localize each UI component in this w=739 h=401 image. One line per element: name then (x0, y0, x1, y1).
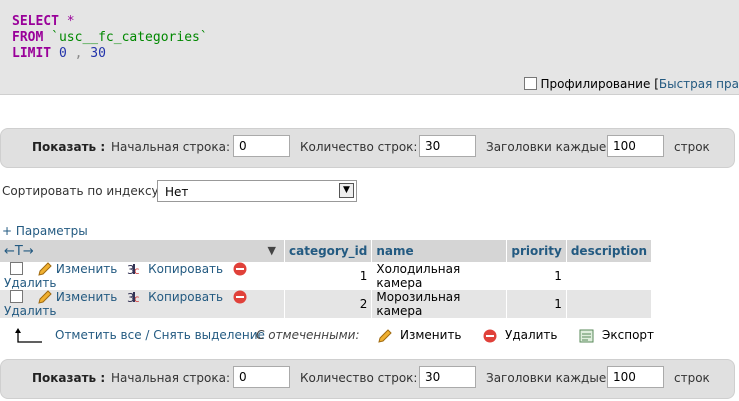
delete-icon (483, 329, 497, 343)
results-table: ←T→ ▼ category_id name priority descript… (0, 240, 653, 318)
cell-priority[interactable]: 1 (506, 290, 567, 318)
pencil-icon (378, 329, 392, 343)
edit-link[interactable]: Изменить (56, 262, 118, 276)
row-checkbox[interactable] (10, 262, 23, 275)
start-row-input[interactable] (233, 135, 290, 157)
sql-keyword-from: FROM (12, 30, 44, 45)
edit-link[interactable]: Изменить (56, 290, 118, 304)
sql-comma: , (74, 46, 83, 61)
bulk-delete-button[interactable]: Удалить (505, 328, 558, 342)
delete-link[interactable]: Удалить (4, 304, 57, 318)
column-header-name[interactable]: name (371, 240, 508, 262)
quick-edit-link[interactable]: Быстрая пра (659, 77, 739, 91)
column-header-description[interactable]: description (566, 240, 653, 262)
profiling-bar: Профилирование [Быстрая пра (524, 77, 739, 91)
cell-category-id[interactable]: 2 (284, 290, 373, 318)
pencil-icon (38, 290, 52, 304)
nav-bar-top: Показать : Начальная строка: Количество … (0, 128, 735, 168)
show-label: Показать : (32, 140, 106, 154)
row-actions: Изменить 3 c Копировать Удалить (0, 290, 285, 318)
delete-link[interactable]: Удалить (4, 276, 57, 290)
profiling-label: Профилирование (540, 77, 651, 91)
chevron-down-icon[interactable]: ▼ (339, 183, 354, 198)
pencil-icon (38, 262, 52, 276)
delete-icon (233, 290, 247, 304)
delete-icon (233, 262, 247, 276)
cell-name[interactable]: Морозильная камера (371, 290, 508, 318)
cell-category-id[interactable]: 1 (284, 262, 373, 290)
sql-count: 30 (90, 46, 106, 61)
sql-query: SELECT * FROM `usc__fc_categories` LIMIT… (12, 14, 208, 62)
headers-every-label: Заголовки каждые (486, 140, 607, 154)
headers-every-input[interactable] (607, 135, 664, 157)
sql-keyword-select: SELECT (12, 14, 59, 29)
select-all-link[interactable]: Отметить все / Снять выделение (55, 328, 265, 342)
headers-every-label: Заголовки каждые (486, 371, 607, 385)
profiling-checkbox[interactable] (524, 77, 538, 90)
sql-keyword-limit: LIMIT (12, 46, 52, 61)
bulk-actions: Отметить все / Снять выделение С отмечен… (0, 325, 739, 347)
table-header-row: ←T→ ▼ category_id name priority descript… (0, 240, 653, 262)
column-header-category-id[interactable]: category_id (284, 240, 373, 262)
sql-offset: 0 (58, 46, 67, 61)
sql-table-name: `usc__fc_categories` (51, 30, 208, 45)
row-actions: Изменить 3 c Копировать Удалить (0, 262, 285, 290)
table-header-controls: ←T→ ▼ (0, 240, 285, 262)
with-selected-label: С отмеченными: (256, 328, 360, 342)
sort-index-value: Нет (165, 185, 189, 199)
sort-index-label: Сортировать по индексу: (2, 184, 163, 198)
row-count-label: Количество строк: (300, 140, 418, 154)
column-arrows-icon[interactable]: ←T→ (4, 244, 34, 259)
copy-link[interactable]: Копировать (148, 262, 223, 276)
sql-star: * (66, 14, 75, 29)
cell-priority[interactable]: 1 (506, 262, 567, 290)
copy-link[interactable]: Копировать (148, 290, 223, 304)
rows-unit-label: строк (674, 140, 710, 154)
sort-triangle-icon[interactable]: ▼ (268, 244, 276, 257)
start-row-input[interactable] (233, 366, 290, 388)
params-link[interactable]: + Параметры (2, 224, 88, 238)
headers-every-input[interactable] (607, 366, 664, 388)
bulk-export-button[interactable]: Экспорт (602, 328, 654, 342)
bulk-edit-button[interactable]: Изменить (400, 328, 462, 342)
start-row-label: Начальная строка: (111, 140, 230, 154)
show-label: Показать : (32, 371, 106, 385)
arrow-up-left-icon (15, 328, 42, 343)
sort-index-select[interactable]: Нет ▼ (157, 180, 357, 202)
table-row: Изменить 3 c Копировать Удалить 1 Холодиль… (0, 262, 653, 290)
cell-description[interactable] (566, 290, 653, 318)
start-row-label: Начальная строка: (111, 371, 230, 385)
column-header-priority[interactable]: priority (506, 240, 567, 262)
copy-icon: 3c (127, 291, 140, 304)
row-count-input[interactable] (419, 366, 476, 388)
table-row: Изменить 3 c Копировать Удалить 2 Морозиль… (0, 290, 653, 318)
row-checkbox[interactable] (10, 290, 23, 303)
sql-query-box: SELECT * FROM `usc__fc_categories` LIMIT… (0, 0, 739, 95)
rows-unit-label: строк (674, 371, 710, 385)
export-icon (579, 329, 594, 343)
row-count-label: Количество строк: (300, 371, 418, 385)
cell-description[interactable] (566, 262, 653, 290)
nav-bar-bottom: Показать : Начальная строка: Количество … (0, 359, 735, 399)
row-count-input[interactable] (419, 135, 476, 157)
cell-name[interactable]: Холодильная камера (371, 262, 508, 290)
copy-icon: 3c (127, 263, 140, 276)
